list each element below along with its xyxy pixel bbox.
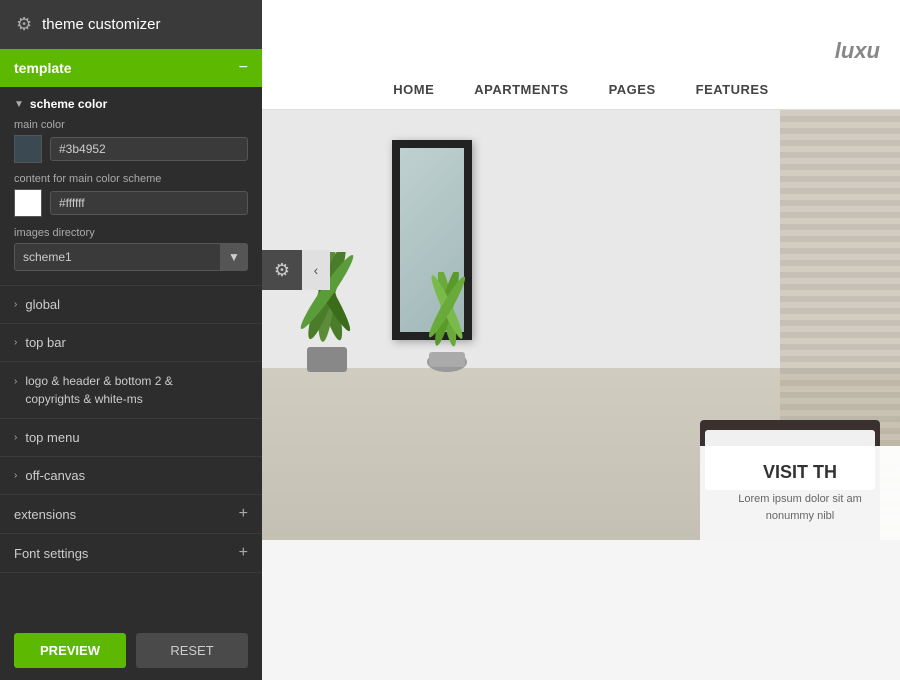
preview-button[interactable]: PREVIEW	[14, 633, 126, 668]
sidebar: ⚙ theme customizer template − ▼ scheme c…	[0, 0, 262, 680]
images-dir-wrapper: scheme1 scheme2 scheme3 ▼	[14, 243, 248, 271]
scheme-color-section: ▼ scheme color main color content for ma…	[0, 87, 262, 286]
scheme-color-title: ▼ scheme color	[14, 97, 248, 111]
reset-button[interactable]: RESET	[136, 633, 248, 668]
extensions-section: extensions +	[0, 495, 262, 534]
nav-features: FEATURES	[696, 82, 769, 97]
expand-arrow-icon: ▼	[14, 99, 24, 110]
extensions-plus-icon[interactable]: +	[239, 505, 248, 523]
collapse-icon[interactable]: −	[239, 59, 248, 77]
content-color-row	[14, 189, 248, 217]
content-color-swatch[interactable]	[14, 189, 42, 217]
content-color-label: content for main color scheme	[14, 173, 248, 185]
font-settings-section: Font settings +	[0, 534, 262, 573]
preview-logo: luxu	[262, 26, 900, 70]
room-background: VISIT TH Lorem ipsum dolor sit am nonumm…	[262, 110, 900, 540]
preview-area: luxu HOME APARTMENTS PAGES FEATURES	[262, 0, 900, 680]
arrow-icon: ›	[14, 374, 17, 389]
sidebar-footer: PREVIEW RESET	[0, 621, 262, 680]
main-color-row	[14, 135, 248, 163]
preview-header: luxu HOME APARTMENTS PAGES FEATURES	[262, 0, 900, 110]
sidebar-item-top-bar[interactable]: › top bar	[0, 324, 262, 362]
nav-home: HOME	[393, 82, 434, 97]
preview-nav: HOME APARTMENTS PAGES FEATURES	[262, 70, 900, 110]
main-color-label: main color	[14, 119, 248, 131]
sidebar-header: ⚙ theme customizer	[0, 0, 262, 49]
font-settings-label: Font settings	[14, 546, 88, 561]
preview-image: VISIT TH Lorem ipsum dolor sit am nonumm…	[262, 110, 900, 540]
sidebar-item-top-menu[interactable]: › top menu	[0, 419, 262, 457]
images-dir-label: images directory	[14, 227, 248, 239]
content-color-input[interactable]	[50, 191, 248, 215]
template-label: template	[14, 60, 72, 76]
floating-panel: ⚙ ‹	[262, 250, 330, 290]
main-color-input[interactable]	[50, 137, 248, 161]
floating-gear-button[interactable]: ⚙	[262, 250, 302, 290]
gear-icon: ⚙	[16, 14, 32, 35]
images-dir-select[interactable]: scheme1 scheme2 scheme3	[14, 243, 248, 271]
visit-title: VISIT TH	[716, 462, 884, 483]
nav-apartments: APARTMENTS	[474, 82, 568, 97]
main-color-swatch[interactable]	[14, 135, 42, 163]
sidebar-item-global[interactable]: › global	[0, 286, 262, 324]
font-settings-plus-icon[interactable]: +	[239, 544, 248, 562]
arrow-icon: ›	[14, 470, 17, 481]
template-bar[interactable]: template −	[0, 49, 262, 87]
arrow-icon: ›	[14, 299, 17, 310]
visit-section: VISIT TH Lorem ipsum dolor sit am nonumm…	[700, 446, 900, 540]
app-title: theme customizer	[42, 16, 160, 33]
nav-pages: PAGES	[609, 82, 656, 97]
arrow-icon: ›	[14, 337, 17, 348]
visit-text: Lorem ipsum dolor sit am nonummy nibl	[716, 491, 884, 524]
arrow-icon: ›	[14, 432, 17, 443]
extensions-label: extensions	[14, 507, 76, 522]
sidebar-item-logo-header[interactable]: › logo & header & bottom 2 & copyrights …	[0, 362, 262, 419]
floating-arrow-button[interactable]: ‹	[302, 250, 330, 290]
sidebar-item-off-canvas[interactable]: › off-canvas	[0, 457, 262, 495]
plant-right	[407, 272, 487, 377]
